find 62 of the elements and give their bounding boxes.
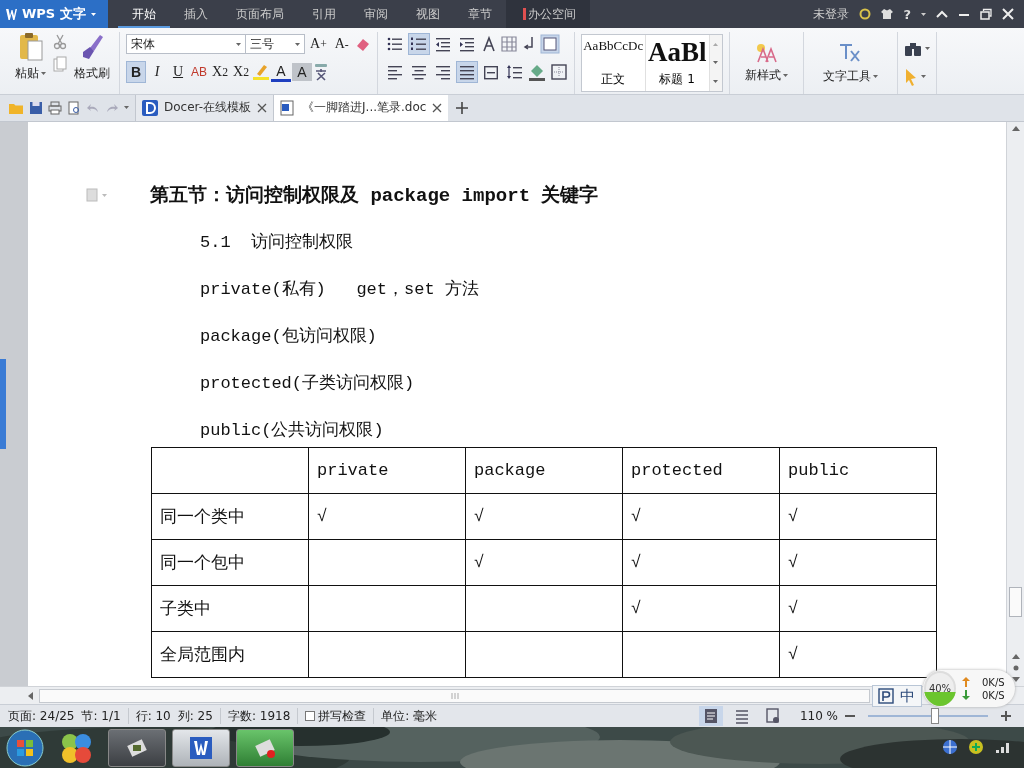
table-cell: √ bbox=[779, 539, 937, 586]
status-text: 行: 10 bbox=[135, 707, 171, 725]
font-name-select[interactable]: 宋体 bbox=[126, 34, 246, 54]
style-preset[interactable]: AaBbCcDc 正文 bbox=[581, 35, 646, 91]
paragraph: public(公共访问权限) bbox=[200, 419, 385, 441]
format-button[interactable]: U bbox=[168, 61, 188, 83]
text-tools-button[interactable]: 文字工具 bbox=[819, 40, 881, 85]
column-header: package bbox=[465, 447, 623, 494]
status-text: 节: 1/1 bbox=[81, 707, 121, 725]
style-preset[interactable]: AaBl 标题 1 bbox=[645, 35, 710, 91]
document-tab[interactable]: Docer-在线模板 bbox=[135, 94, 274, 121]
status-text: 字数: 1918 bbox=[227, 707, 291, 725]
download-speed: 0K/S bbox=[982, 689, 1005, 701]
zoom-level: 110 % bbox=[799, 709, 838, 724]
subheading: 5.1 访问控制权限 bbox=[200, 231, 354, 253]
menu-tab[interactable]: 引用 bbox=[298, 0, 350, 28]
memory-ball[interactable]: 40% bbox=[924, 671, 956, 706]
document-tab[interactable]: 《一脚踏进J...笔录.doc bbox=[273, 94, 449, 121]
column-header: public bbox=[779, 447, 937, 494]
table-cell: √ bbox=[779, 585, 937, 632]
column-header: protected bbox=[622, 447, 780, 494]
table-cell: √ bbox=[622, 493, 780, 540]
format-button[interactable]: AB bbox=[189, 61, 209, 83]
paste-button[interactable]: 粘贴 bbox=[12, 32, 49, 94]
table-cell: √ bbox=[308, 493, 466, 540]
ime-toolbar[interactable]: 中 bbox=[872, 685, 922, 707]
menu-tab[interactable]: 审阅 bbox=[350, 0, 402, 28]
row-header: 同一个类中 bbox=[151, 493, 309, 540]
table-cell: √ bbox=[465, 493, 623, 540]
status-text: 单位: 毫米 bbox=[381, 707, 438, 725]
menu-tab[interactable]: 页面布局 bbox=[222, 0, 298, 28]
upload-speed: 0K/S bbox=[982, 676, 1005, 688]
table-cell: √ bbox=[622, 585, 780, 632]
table-cell: √ bbox=[622, 539, 780, 586]
column-header: private bbox=[308, 447, 466, 494]
login-link[interactable]: 未登录 bbox=[813, 5, 850, 23]
row-header: 子类中 bbox=[151, 585, 309, 632]
paragraph: private(私有) get，set 方法 bbox=[200, 278, 480, 300]
app-menu-button[interactable]: WPS 文字 bbox=[0, 0, 108, 28]
status-text: 页面: 24/25 bbox=[8, 707, 75, 725]
table-cell: √ bbox=[465, 539, 623, 586]
menu-tab[interactable]: 办公空间 bbox=[506, 0, 590, 28]
row-header: 同一个包中 bbox=[151, 539, 309, 586]
spell-check-toggle[interactable]: 拼写检查 bbox=[305, 707, 367, 725]
char-shading-button[interactable]: A bbox=[292, 63, 312, 81]
paragraph: package(包访问权限) bbox=[200, 325, 378, 347]
table-cell: √ bbox=[779, 493, 937, 540]
section-heading: 第五节：访问控制权限及 package import 关键字 bbox=[150, 183, 599, 208]
format-painter-button[interactable]: 格式刷 bbox=[71, 32, 113, 94]
new-style-button[interactable]: 新样式 bbox=[741, 41, 791, 84]
font-size-select[interactable]: 三号 bbox=[245, 34, 305, 54]
ime-mode[interactable]: 中 bbox=[900, 686, 915, 706]
menu-tab[interactable]: 章节 bbox=[454, 0, 506, 28]
menu-tab[interactable]: 开始 bbox=[118, 0, 170, 28]
format-button[interactable]: B bbox=[126, 61, 146, 83]
help-button[interactable]: ? bbox=[903, 6, 911, 22]
paragraph: protected(子类访问权限) bbox=[200, 372, 416, 394]
row-header: 全局范围内 bbox=[151, 631, 309, 678]
menu-tab[interactable]: 插入 bbox=[170, 0, 222, 28]
menu-tab[interactable]: 视图 bbox=[402, 0, 454, 28]
format-button[interactable]: I bbox=[147, 61, 167, 83]
status-text: 列: 25 bbox=[177, 707, 213, 725]
